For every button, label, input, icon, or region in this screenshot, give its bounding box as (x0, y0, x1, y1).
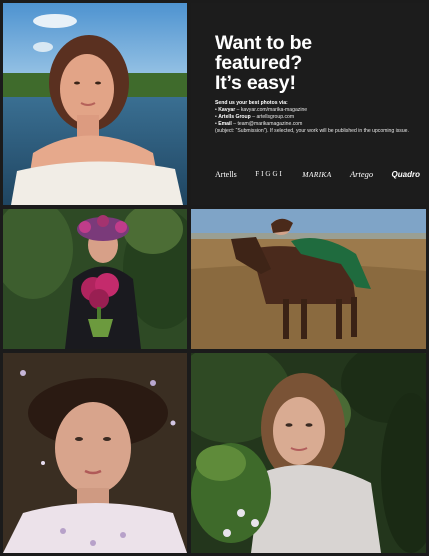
headline-line-1: Want to be (215, 32, 312, 54)
photo-woman-in-greenery (191, 353, 426, 553)
magazine-page: Want to be featured? It’s easy! Send us … (0, 0, 429, 556)
info-item-label: Kavyar (218, 107, 236, 114)
info-note: (subject: “Submission”). If selected, yo… (215, 128, 409, 135)
logo-figgi: FIGGI (255, 170, 284, 178)
info-item-label: Email (218, 121, 232, 128)
bullet: • (215, 114, 217, 121)
photo-woman-lying-on-ground (3, 353, 187, 553)
headline-line-2: featured? (215, 52, 303, 74)
info-item-link[interactable]: – team@marikamagazine.com (232, 121, 302, 127)
submission-panel: Want to be featured? It’s easy! Send us … (191, 3, 426, 205)
bullet: • (215, 121, 217, 128)
photo-woman-with-flowers (3, 209, 187, 349)
headline: Want to be featured? It’s easy! (215, 33, 415, 93)
info-item-label: Artells Group (218, 114, 251, 121)
info-item-kavyar: • Kavyar – kavyar.com/marika-magazine (215, 107, 420, 114)
logo-artego: Artego (349, 169, 374, 179)
photo-woman-on-horse (191, 209, 426, 349)
info-item-email: • Email – team@marikamagazine.com (215, 121, 420, 128)
photo-woman-by-lake (3, 3, 187, 205)
info-item-link[interactable]: – artellsgroup.com (251, 114, 294, 120)
info-lead: Send us your best photos via: (215, 100, 288, 106)
logo-marika: MARIKA (302, 169, 332, 179)
partner-logos: Artells FIGGI MARIKA Artego Quadro (215, 167, 420, 181)
info-item-link[interactable]: – kavyar.com/marika-magazine (235, 107, 308, 113)
headline-line-3: It’s easy! (215, 72, 296, 94)
logo-artells: Artells (215, 169, 237, 179)
submission-info: Send us your best photos via: • Kavyar –… (215, 100, 420, 135)
bullet: • (215, 107, 217, 114)
logo-quadro: Quadro (391, 169, 420, 179)
info-item-artells: • Artells Group – artellsgroup.com (215, 114, 420, 121)
